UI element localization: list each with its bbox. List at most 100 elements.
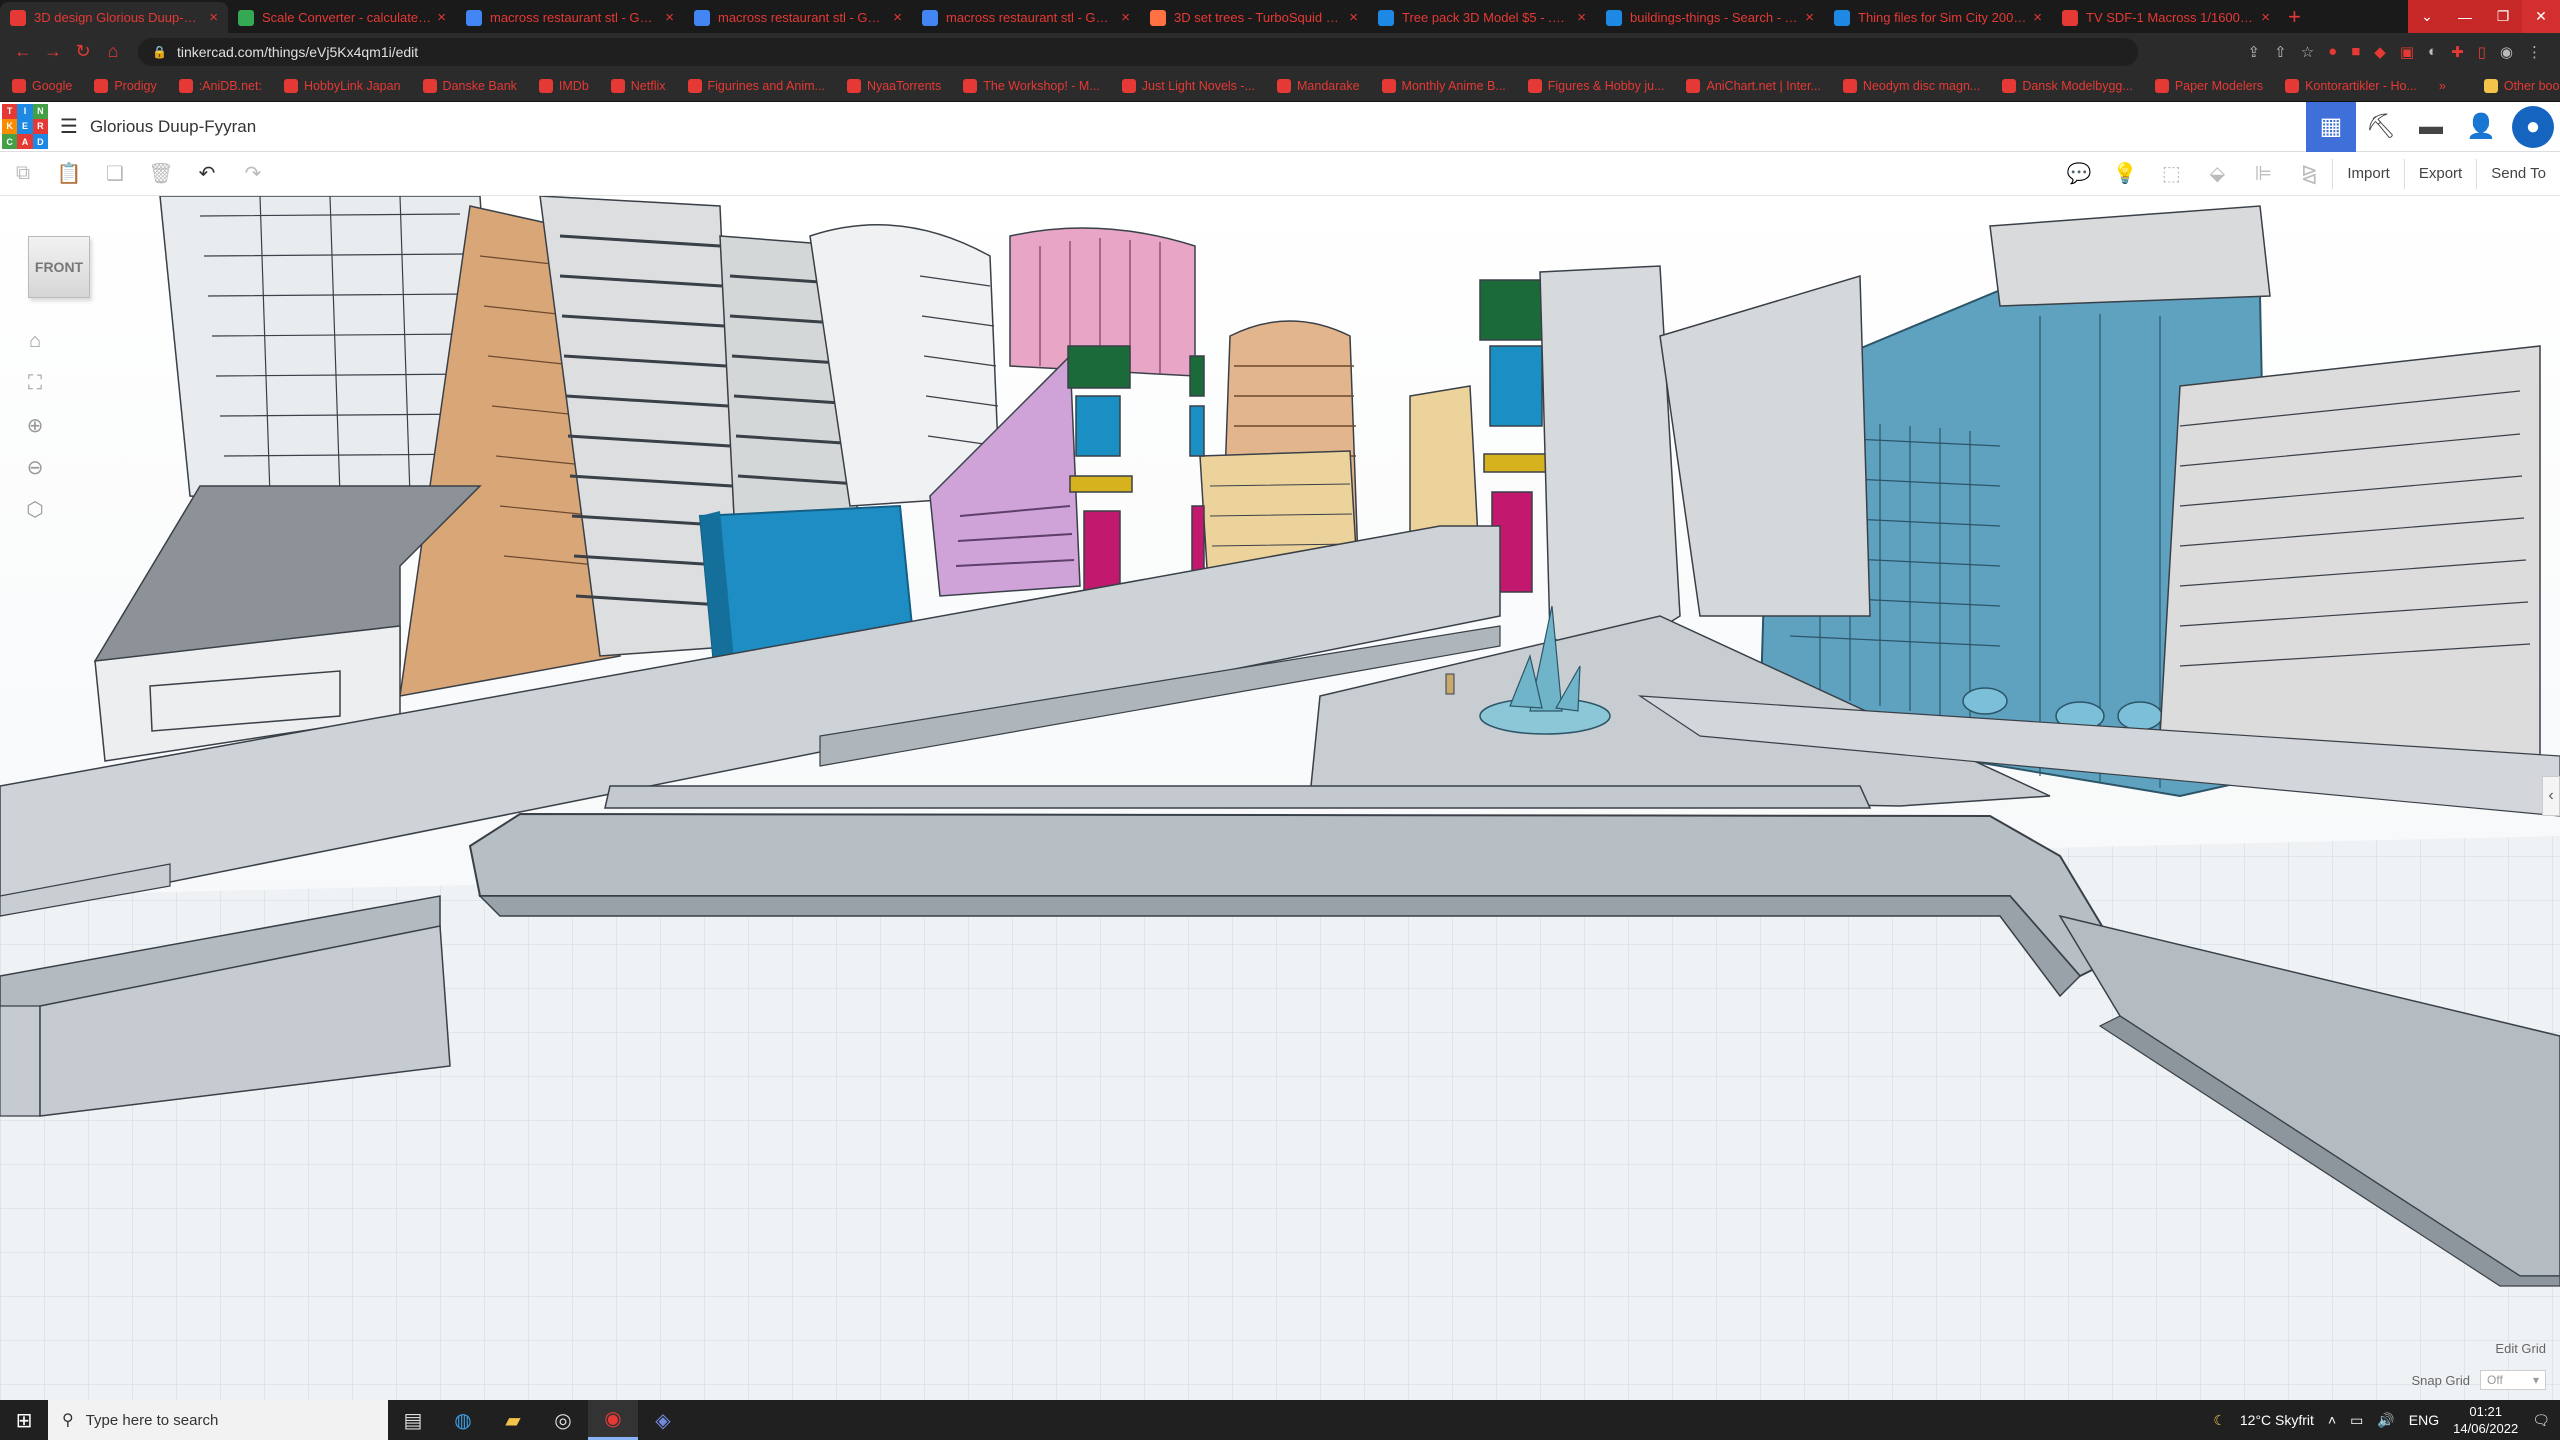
group-icon[interactable]: ⬚ (2148, 152, 2194, 196)
workplane-viewport[interactable]: FRONT ⌂ ⛶ ⊕ ⊖ ⬡ ‹ Edit Grid Snap Grid Of… (0, 196, 2560, 1400)
browser-tab[interactable]: macross restaurant stl - Google × (684, 2, 912, 33)
bookmark-item[interactable]: Danske Bank (422, 78, 517, 93)
design-menu-icon[interactable]: ☰ (60, 114, 78, 139)
forward-icon[interactable]: → (38, 41, 68, 62)
bookmark-star-icon[interactable]: ☆ (2301, 43, 2314, 61)
steam-icon[interactable]: ◎ (538, 1400, 588, 1440)
viewcube[interactable]: FRONT (28, 236, 90, 298)
undo-icon[interactable]: ↶ (184, 152, 230, 196)
bookmark-item[interactable]: Just Light Novels -... (1121, 78, 1255, 93)
tab-close-icon[interactable]: × (1577, 9, 1586, 26)
delete-icon[interactable]: 🗑 (138, 152, 184, 196)
export-button[interactable]: Export (2403, 158, 2476, 189)
task-view-icon[interactable]: ▤ (388, 1400, 438, 1440)
home-icon[interactable]: ⌂ (98, 41, 128, 62)
bookmark-item[interactable]: Google (12, 78, 72, 93)
new-tab-button[interactable]: + (2288, 2, 2301, 33)
bookmark-item[interactable]: AniChart.net | Inter... (1686, 78, 1821, 93)
bookmark-item[interactable]: Figures & Hobby ju... (1527, 78, 1664, 93)
bookmark-item[interactable]: The Workshop! - M... (963, 78, 1100, 93)
perspective-icon[interactable]: ⬡ (18, 494, 52, 524)
browser-tab[interactable]: macross restaurant stl - Google × (456, 2, 684, 33)
bookmark-item[interactable]: Figurines and Anim... (687, 78, 825, 93)
panel-collapse-icon[interactable]: ‹ (2542, 776, 2560, 816)
notes-icon[interactable]: 💬 (2056, 152, 2102, 196)
back-icon[interactable]: ← (8, 41, 38, 62)
browser-tab[interactable]: Scale Converter - calculate the × (228, 2, 456, 33)
tab-close-icon[interactable]: × (1349, 9, 1358, 26)
tab-close-icon[interactable]: × (1805, 9, 1814, 26)
bookmarks-overflow-button[interactable]: » (2439, 79, 2446, 93)
bookmark-item[interactable]: :AniDB.net: (178, 78, 262, 93)
network-icon[interactable]: ▭ (2350, 1412, 2363, 1429)
tab-close-icon[interactable]: × (437, 9, 446, 26)
bricks-view-icon[interactable]: ▬ (2406, 102, 2456, 152)
address-bar[interactable]: 🔒 tinkercad.com/things/eVj5Kx4qm1i/edit (138, 37, 2138, 66)
windows-start-icon[interactable]: ⊞ (0, 1400, 48, 1440)
share-icon[interactable]: ⇧ (2274, 43, 2287, 61)
bookmark-item[interactable]: HobbyLink Japan (283, 78, 401, 93)
extension-icon[interactable]: ▣ (2400, 43, 2414, 61)
extension-icon[interactable]: ■ (2351, 43, 2360, 61)
duplicate-icon[interactable]: ❏ (92, 152, 138, 196)
bookmark-item[interactable]: Monthly Anime B... (1381, 78, 1506, 93)
sidepanel-icon[interactable]: ▯ (2478, 43, 2486, 61)
import-button[interactable]: Import (2332, 158, 2404, 189)
add-user-icon[interactable]: 👤 (2456, 102, 2506, 152)
profile-icon[interactable]: ◉ (2500, 43, 2513, 61)
design-title[interactable]: Glorious Duup-Fyyran (90, 117, 256, 137)
snap-grid-select[interactable]: Off ▾ (2480, 1370, 2546, 1390)
bookmark-item[interactable]: Dansk Modelbygg... (2002, 78, 2133, 93)
taskbar-search[interactable]: ⚲ Type here to search (48, 1400, 388, 1440)
browser-tab[interactable]: TV SDF-1 Macross 1/1600 (1/ × (2052, 2, 2280, 33)
reload-icon[interactable]: ↻ (68, 41, 98, 62)
extension-icon[interactable]: ◐ (2428, 43, 2437, 61)
minimize-button[interactable]: — (2446, 0, 2484, 33)
bookmark-item[interactable]: Mandarake (1277, 78, 1360, 93)
zoom-out-icon[interactable]: ⊖ (18, 452, 52, 482)
language-indicator[interactable]: ENG (2409, 1412, 2439, 1428)
discord-icon[interactable]: ◈ (638, 1400, 688, 1440)
clock[interactable]: 01:21 14/06/2022 (2453, 1403, 2518, 1437)
mirror-icon[interactable]: ⧎ (2286, 152, 2332, 196)
other-bookmarks[interactable]: Other bookmarks (2483, 78, 2560, 93)
chrome-icon[interactable]: ◉ (588, 1400, 638, 1440)
tab-close-icon[interactable]: × (209, 9, 218, 26)
weather-text[interactable]: 12°C Skyfrit (2240, 1412, 2314, 1428)
align-icon[interactable]: ⊫ (2240, 152, 2286, 196)
ungroup-icon[interactable]: ⬙ (2194, 152, 2240, 196)
copy-icon[interactable]: ⧉ (0, 152, 46, 196)
close-window-button[interactable]: ✕ (2522, 0, 2560, 33)
browser-tab[interactable]: 3D set trees - TurboSquid 149 × (1140, 2, 1368, 33)
tab-close-icon[interactable]: × (665, 9, 674, 26)
light-bulb-icon[interactable]: 💡 (2102, 152, 2148, 196)
zoom-in-icon[interactable]: ⊕ (18, 410, 52, 440)
tray-chevron-icon[interactable]: ˄ (2328, 1412, 2336, 1428)
tab-close-icon[interactable]: × (1121, 9, 1130, 26)
fit-view-icon[interactable]: ⛶ (18, 368, 52, 398)
browser-tab[interactable]: Thing files for Sim City 2000 T × (1824, 2, 2052, 33)
restore-button[interactable]: ❐ (2484, 0, 2522, 33)
redo-icon[interactable]: ↷ (230, 152, 276, 196)
menu-kebab-icon[interactable]: ⋮ (2527, 43, 2542, 61)
bookmark-item[interactable]: Neodym disc magn... (1842, 78, 1980, 93)
browser-tab[interactable]: macross restaurant stl - Google × (912, 2, 1140, 33)
bookmark-item[interactable]: Kontorartikler - Ho... (2285, 78, 2417, 93)
notification-icon[interactable]: 🗨 (2532, 1412, 2550, 1429)
extension-icon[interactable]: ● (2328, 43, 2337, 61)
browser-tab[interactable]: Tree pack 3D Model $5 - .blen × (1368, 2, 1596, 33)
avatar[interactable]: ● (2512, 105, 2554, 148)
home-view-icon[interactable]: ⌂ (18, 326, 52, 356)
file-explorer-icon[interactable]: ▰ (488, 1400, 538, 1440)
bookmark-item[interactable]: Netflix (610, 78, 666, 93)
tinkercad-logo[interactable]: TINKERCAD (2, 103, 48, 150)
extension-icon[interactable]: ◆ (2374, 43, 2386, 61)
puzzle-icon[interactable]: ✚ (2451, 43, 2464, 61)
blocks-view-icon[interactable]: ⛏ (2356, 102, 2406, 152)
bookmark-item[interactable]: IMDb (538, 78, 589, 93)
send-to-button[interactable]: Send To (2476, 158, 2560, 189)
paste-icon[interactable]: 📋 (46, 152, 92, 196)
bookmark-item[interactable]: Prodigy (94, 78, 157, 93)
edge-icon[interactable]: ◍ (438, 1400, 488, 1440)
tab-close-icon[interactable]: × (2261, 9, 2270, 26)
